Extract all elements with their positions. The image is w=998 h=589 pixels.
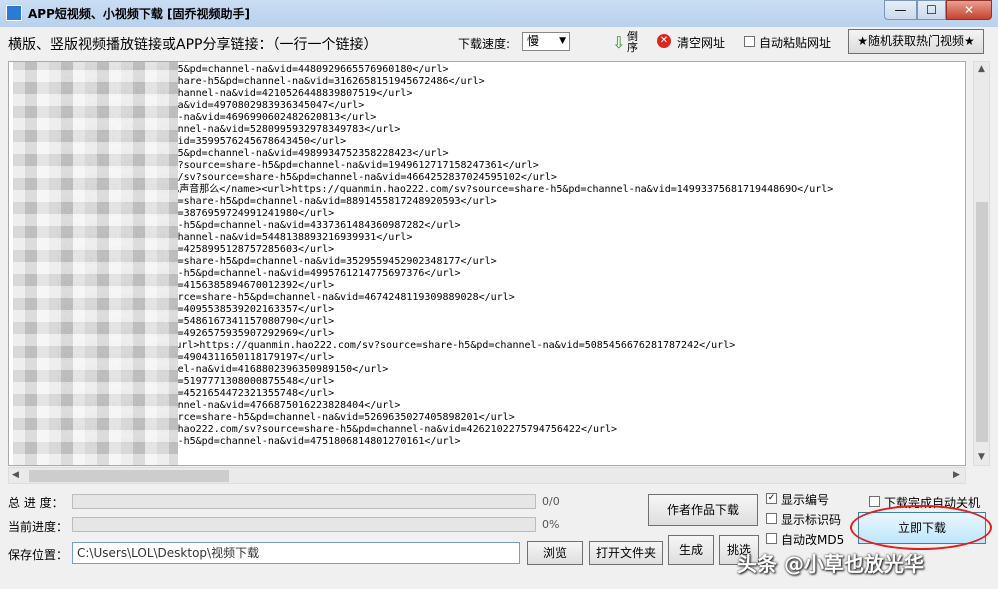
- scroll-down-icon[interactable]: ▼: [978, 452, 985, 462]
- watermark: 头条 @小草也放光华: [737, 552, 924, 576]
- show-id-checkbox[interactable]: [766, 513, 777, 524]
- url-textarea[interactable]: .com/sv?source=share-h5&pd=channel-na&vi…: [8, 61, 966, 466]
- title-bar: APP短视频、小视频下载 [固乔视频助手] — ☐ ✕: [0, 0, 998, 27]
- auto-paste-checkbox[interactable]: [744, 36, 755, 47]
- speed-select[interactable]: 慢 ▼: [522, 32, 570, 51]
- auto-md5-label: 自动改MD5: [781, 533, 845, 547]
- save-location-label: 保存位置：: [8, 548, 69, 562]
- app-icon: [6, 5, 22, 21]
- speed-label: 下载速度:: [458, 37, 511, 51]
- auto-md5-checkbox[interactable]: [766, 533, 777, 544]
- total-progress-label: 总 进 度：: [8, 496, 64, 510]
- save-path-input[interactable]: C:\Users\LOL\Desktop\视频下载: [72, 542, 520, 564]
- window-title: APP短视频、小视频下载 [固乔视频助手]: [28, 7, 251, 21]
- instruction-label: 横版、竖版视频播放链接或APP分享链接：（一行一个链接）: [8, 37, 378, 53]
- scroll-up-icon[interactable]: ▲: [978, 64, 985, 74]
- clear-urls-button[interactable]: 清空网址: [677, 34, 725, 51]
- browse-button[interactable]: 浏览: [527, 541, 583, 565]
- chevron-down-icon: ▼: [559, 36, 566, 46]
- horizontal-scrollbar[interactable]: ◀ ▶: [8, 467, 966, 484]
- reverse-order-label[interactable]: 倒序: [627, 31, 639, 53]
- clear-icon[interactable]: ✕: [657, 34, 671, 48]
- total-progress-bar: [72, 494, 536, 509]
- vertical-scroll-thumb[interactable]: [976, 202, 988, 442]
- auto-paste-label: 自动粘贴网址: [759, 36, 832, 50]
- minimize-button[interactable]: —: [884, 0, 917, 20]
- show-number-checkbox[interactable]: ✓: [766, 493, 777, 504]
- scroll-right-icon[interactable]: ▶: [953, 470, 960, 480]
- close-button[interactable]: ✕: [946, 0, 992, 20]
- auto-shutdown-checkbox[interactable]: [869, 496, 880, 507]
- total-progress-text: 0/0: [542, 495, 560, 508]
- show-id-label: 显示标识码: [781, 513, 842, 527]
- maximize-button[interactable]: ☐: [917, 0, 946, 20]
- show-number-label: 显示编号: [781, 493, 830, 507]
- horizontal-scroll-thumb[interactable]: [29, 470, 229, 482]
- current-progress-text: 0%: [542, 518, 560, 531]
- open-folder-button[interactable]: 打开文件夹: [589, 541, 663, 565]
- current-progress-label: 当前进度：: [8, 520, 69, 534]
- highlight-circle: [850, 505, 992, 550]
- vertical-scrollbar[interactable]: ▲ ▼: [973, 61, 990, 466]
- arrow-down-icon[interactable]: ⇩: [612, 33, 625, 52]
- current-progress-bar: [72, 517, 536, 532]
- generate-button[interactable]: 生成: [668, 535, 714, 565]
- speed-value: 慢: [527, 34, 540, 48]
- author-works-button[interactable]: 作者作品下载: [648, 494, 758, 526]
- pixelated-overlay: [13, 62, 178, 465]
- random-hot-videos-button[interactable]: ★随机获取热门视频★: [848, 29, 984, 54]
- scroll-left-icon[interactable]: ◀: [12, 470, 19, 480]
